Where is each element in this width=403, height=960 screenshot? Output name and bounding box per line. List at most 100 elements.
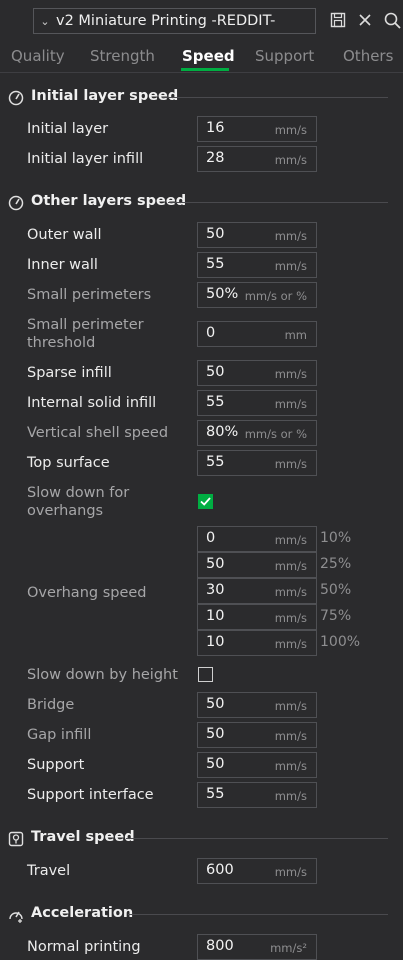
top-surface-input[interactable]: 55 mm/s (197, 450, 317, 476)
unit: mm/s² (270, 941, 307, 955)
value: 50 (206, 696, 225, 712)
bridge-input[interactable]: 50 mm/s (197, 692, 317, 718)
value: 10 (206, 634, 225, 650)
overhang-speed-10-input[interactable]: 0 mm/s (197, 526, 317, 552)
unit: mm/s (274, 457, 307, 471)
slow-down-by-height-checkbox[interactable] (198, 667, 213, 682)
unit: mm/s (274, 559, 307, 573)
value: 10 (206, 608, 225, 624)
gap-infill-input[interactable]: 50 mm/s (197, 722, 317, 748)
unit: mm/s (274, 123, 307, 137)
travel-icon (8, 831, 24, 847)
internal-solid-infill-input[interactable]: 55 mm/s (197, 390, 317, 416)
unit: mm (284, 328, 307, 342)
unit: mm/s (274, 533, 307, 547)
label-overhang-speed: Overhang speed (27, 585, 147, 601)
overhang-pct-label: 25% (320, 556, 352, 572)
overhang-speed-25-input[interactable]: 50 mm/s (197, 552, 317, 578)
unit: mm/s (274, 729, 307, 743)
value: 50 (206, 556, 225, 572)
vertical-shell-speed-input[interactable]: 80% mm/s or % (197, 420, 317, 446)
label-normal-printing: Normal printing (27, 939, 141, 955)
value: 16 (206, 120, 225, 136)
label-slow-down-overhangs: Slow down for overhangs (27, 485, 130, 519)
overhang-pct-label: 10% (320, 530, 352, 546)
value: 55 (206, 394, 225, 410)
overhang-speed-100-input[interactable]: 10 mm/s (197, 630, 317, 656)
normal-printing-input[interactable]: 800 mm/s² (197, 934, 317, 960)
value: 50 (206, 364, 225, 380)
value: 50% (206, 286, 239, 302)
label-inner-wall: Inner wall (27, 257, 98, 273)
section-title-acceleration: Acceleration (31, 905, 134, 921)
value: 80% (206, 424, 239, 440)
unit: mm/s (274, 397, 307, 411)
label-initial-layer-infill: Initial layer infill (27, 151, 144, 167)
unit: mm/s (274, 259, 307, 273)
speedometer-icon (8, 90, 24, 106)
unit: mm/s (274, 789, 307, 803)
save-icon[interactable] (329, 10, 347, 30)
label-gap-infill: Gap infill (27, 727, 92, 743)
section-divider (162, 97, 388, 98)
small-perimeters-input[interactable]: 50% mm/s or % (197, 282, 317, 308)
unit: mm/s (274, 153, 307, 167)
profile-selector[interactable]: ⌄ v2 Miniature Printing -REDDIT- (33, 8, 316, 34)
tab-support[interactable]: Support (255, 47, 314, 65)
unit: mm/s (274, 611, 307, 625)
unit: mm/s (274, 759, 307, 773)
label-travel: Travel (27, 863, 71, 879)
sparse-infill-input[interactable]: 50 mm/s (197, 360, 317, 386)
label-bridge: Bridge (27, 697, 75, 713)
label-initial-layer: Initial layer (27, 121, 109, 137)
overhang-pct-label: 75% (320, 608, 352, 624)
unit: mm/s (274, 367, 307, 381)
outer-wall-input[interactable]: 50 mm/s (197, 222, 317, 248)
unit: mm/s (274, 699, 307, 713)
chevron-down-icon: ⌄ (40, 14, 50, 28)
slow-down-overhangs-checkbox[interactable] (198, 494, 213, 509)
overhang-pct-label: 50% (320, 582, 352, 598)
speedometer-icon (8, 195, 24, 211)
value: 0 (206, 530, 216, 546)
search-icon[interactable] (383, 10, 401, 30)
overhang-speed-75-input[interactable]: 10 mm/s (197, 604, 317, 630)
unit: mm/s or % (244, 289, 307, 303)
value: 28 (206, 150, 225, 166)
value: 600 (206, 862, 234, 878)
value: 55 (206, 256, 225, 272)
profile-name: v2 Miniature Printing -REDDIT- (56, 13, 276, 29)
initial-layer-speed-input[interactable]: 16 mm/s (197, 116, 317, 142)
section-title-other-layers: Other layers speed (31, 193, 187, 209)
label-internal-solid-infill: Internal solid infill (27, 395, 157, 411)
label-support-interface: Support interface (27, 787, 154, 803)
overhang-pct-label: 100% (320, 634, 361, 650)
close-icon[interactable] (356, 10, 374, 30)
section-divider (126, 838, 388, 839)
label-slow-down-by-height: Slow down by height (27, 667, 178, 683)
value: 55 (206, 454, 225, 470)
small-perimeter-threshold-input[interactable]: 0 mm (197, 321, 317, 347)
tab-speed[interactable]: Speed (182, 47, 235, 65)
acceleration-icon (9, 911, 23, 923)
active-tab-indicator (181, 68, 229, 71)
label-small-perimeter-threshold: Small perimeter threshold (27, 317, 144, 351)
overhang-speed-50-input[interactable]: 30 mm/s (197, 578, 317, 604)
section-divider (168, 202, 388, 203)
unit: mm/s (274, 229, 307, 243)
initial-layer-infill-input[interactable]: 28 mm/s (197, 146, 317, 172)
travel-input[interactable]: 600 mm/s (197, 858, 317, 884)
tab-others[interactable]: Others (343, 47, 393, 65)
value: 55 (206, 786, 225, 802)
value: 50 (206, 226, 225, 242)
inner-wall-input[interactable]: 55 mm/s (197, 252, 317, 278)
value: 30 (206, 582, 225, 598)
tab-divider (0, 72, 403, 73)
tab-strength[interactable]: Strength (90, 47, 155, 65)
support-input[interactable]: 50 mm/s (197, 752, 317, 778)
label-top-surface: Top surface (27, 455, 110, 471)
checkmark-icon (200, 497, 211, 506)
unit: mm/s or % (244, 427, 307, 441)
tab-quality[interactable]: Quality (11, 47, 65, 65)
support-interface-input[interactable]: 55 mm/s (197, 782, 317, 808)
